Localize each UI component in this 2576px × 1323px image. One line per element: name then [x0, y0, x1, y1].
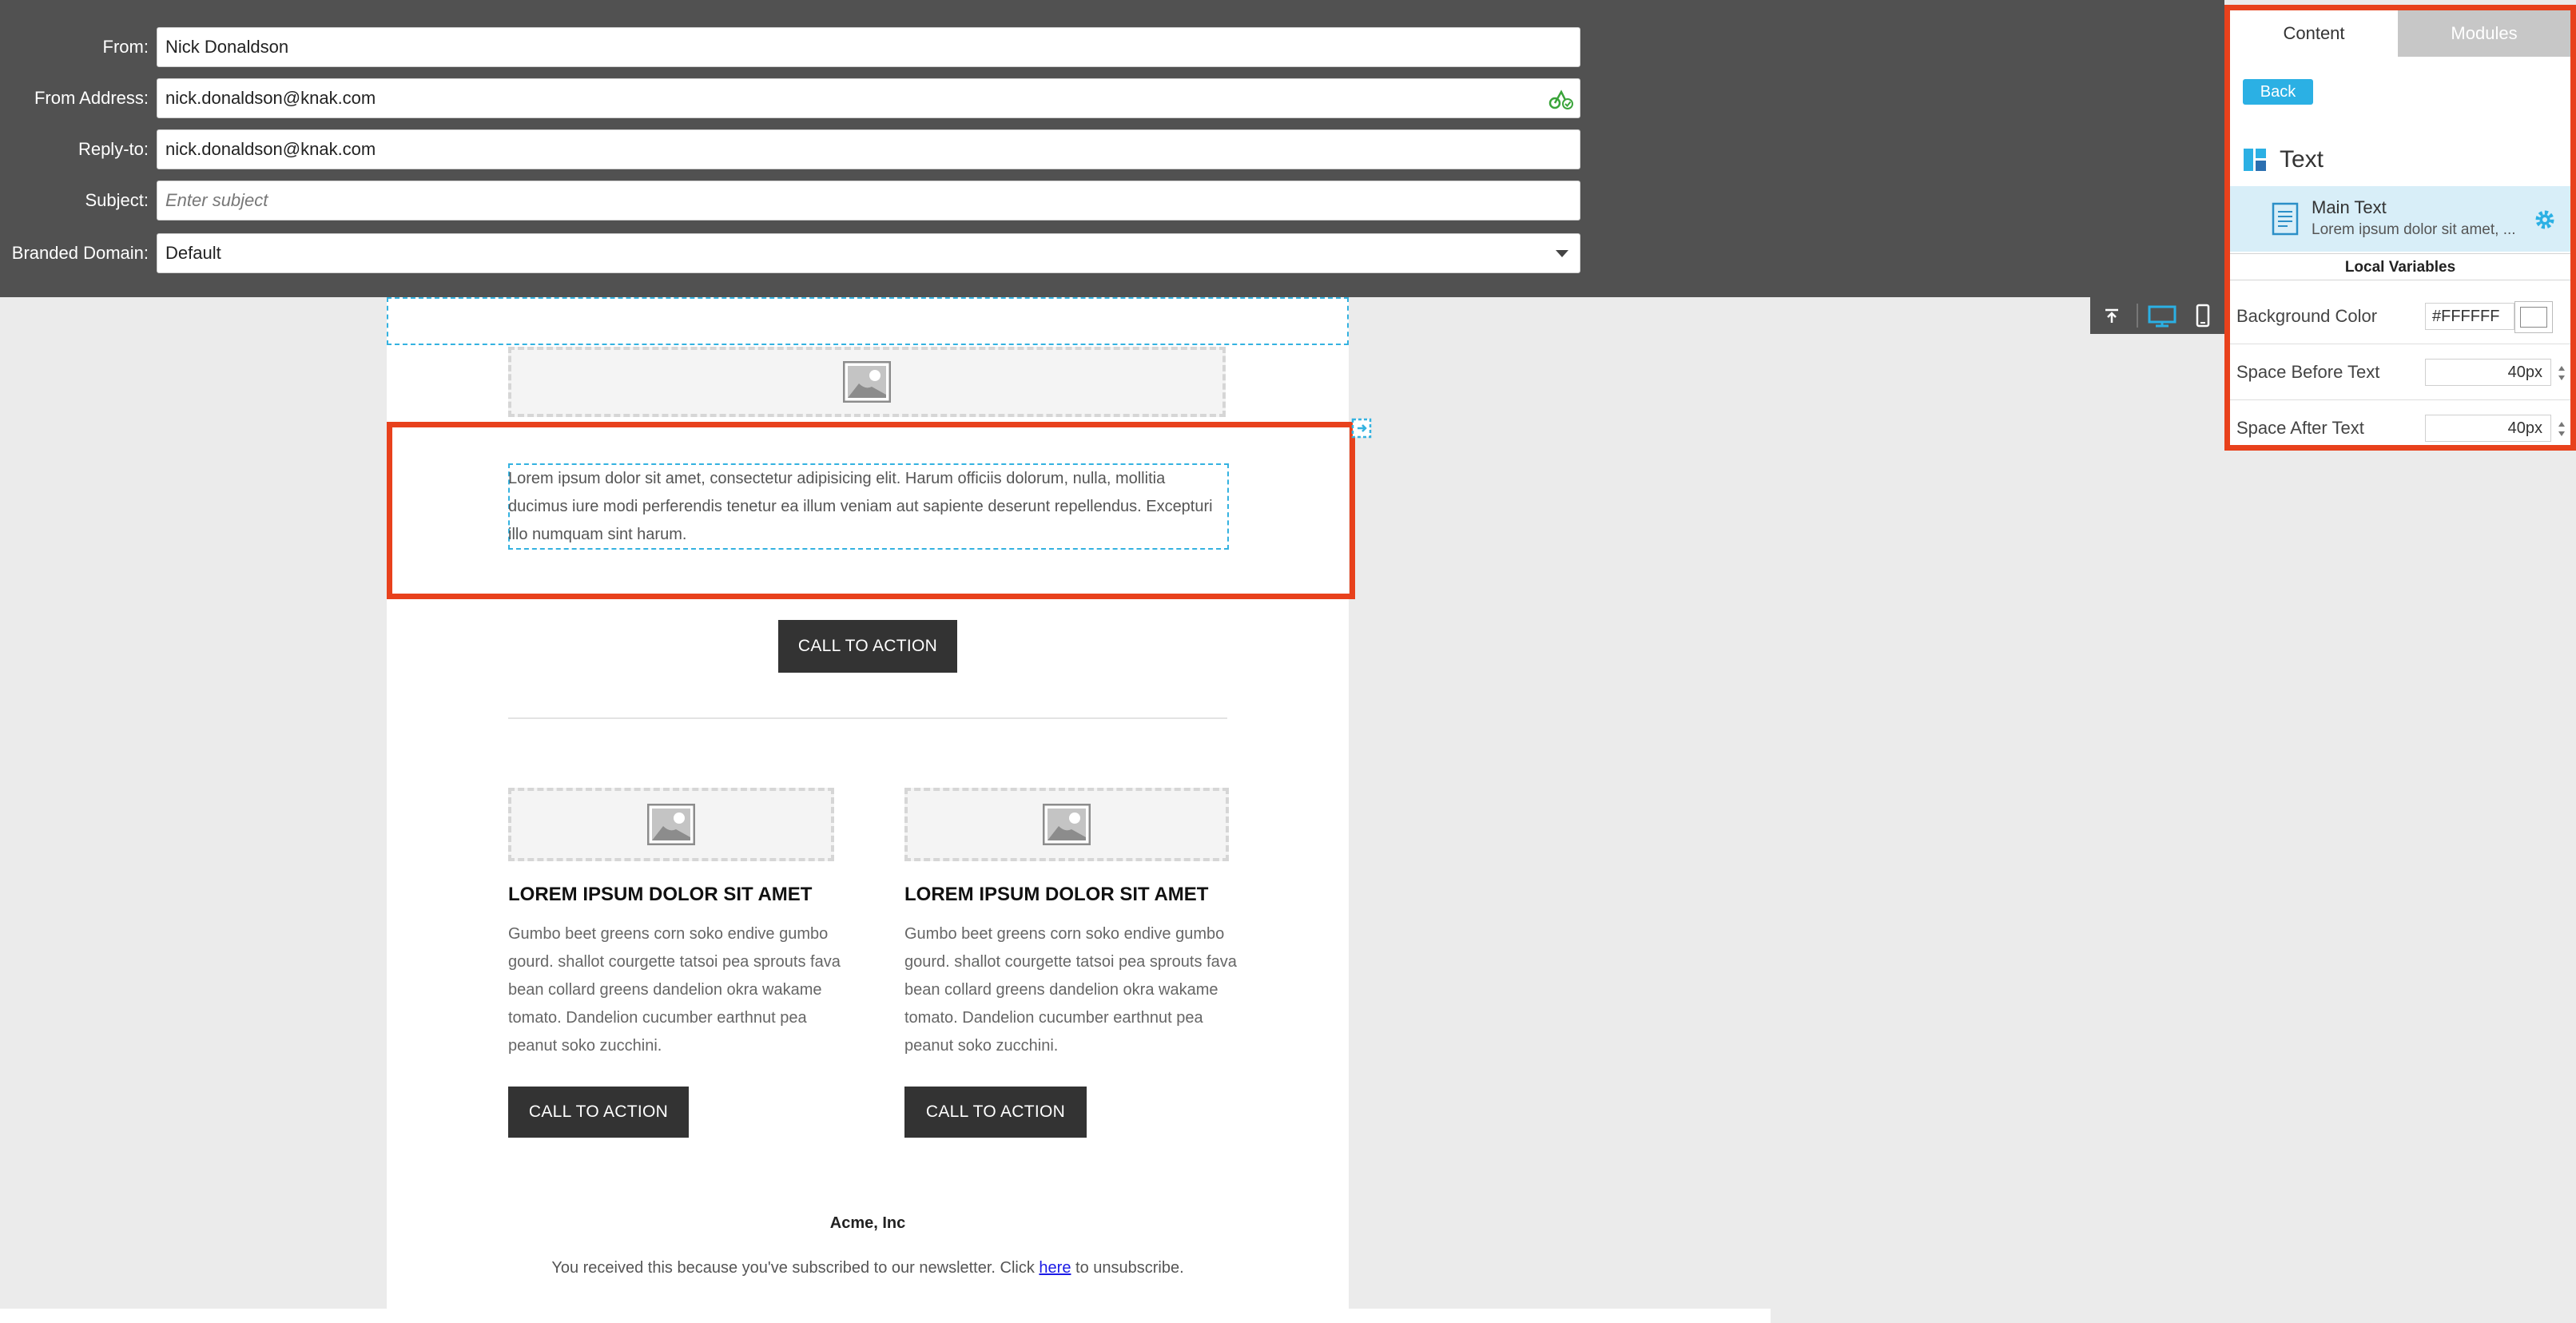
hero-image-placeholder[interactable]	[508, 347, 1226, 417]
unsubscribe-link[interactable]: here	[1039, 1259, 1071, 1277]
document-icon	[2272, 202, 2299, 236]
canvas-footer-strip	[0, 1309, 1771, 1323]
branded-domain-label: Branded Domain:	[11, 243, 149, 263]
desktop-icon[interactable]	[2146, 304, 2178, 328]
image-icon	[843, 361, 891, 403]
footer-text-after: to unsubscribe.	[1071, 1259, 1184, 1277]
back-button[interactable]: Back	[2243, 79, 2313, 105]
footer-unsubscribe-text: You received this because you've subscri…	[387, 1259, 1349, 1277]
color-swatch-preview	[2520, 307, 2547, 328]
stepper-icon[interactable]	[2556, 418, 2567, 440]
from-address-field[interactable]: nick.donaldson@knak.com	[157, 78, 1580, 118]
collapse-top-icon[interactable]	[2100, 304, 2124, 328]
tab-modules[interactable]: Modules	[2398, 10, 2570, 57]
space-after-input[interactable]: 40px	[2425, 415, 2551, 442]
space-before-row: Space Before Text 40px	[2230, 344, 2570, 400]
subject-label: Subject:	[85, 190, 149, 210]
layout-icon	[2244, 149, 2266, 171]
branded-domain-select[interactable]: Default	[157, 233, 1580, 273]
column-1-text: Gumbo beet greens corn soko endive gumbo…	[508, 925, 841, 1055]
subject-field[interactable]: Enter subject	[157, 181, 1580, 220]
module-handle-icon[interactable]	[1350, 417, 1373, 439]
from-field[interactable]: Nick Donaldson	[157, 27, 1580, 67]
branded-domain-value: Default	[165, 243, 221, 263]
background-color-label: Background Color	[2236, 306, 2378, 326]
header-image-block[interactable]	[387, 297, 1349, 345]
content-panel: Content Modules Back Text Main Text Lore…	[2224, 5, 2576, 451]
background-color-row: Background Color #FFFFFF	[2230, 288, 2570, 344]
local-variables-heading: Local Variables	[2230, 253, 2570, 280]
color-swatch[interactable]	[2514, 301, 2553, 333]
image-icon	[1043, 804, 1091, 845]
verified-icon[interactable]	[1548, 87, 1575, 111]
space-after-row: Space After Text 40px	[2230, 400, 2570, 456]
from-address-row: From Address: nick.donaldson@knak.com	[0, 78, 1582, 118]
space-after-label: Space After Text	[2236, 418, 2364, 438]
mobile-icon[interactable]	[2191, 304, 2215, 328]
main-cta-button[interactable]: CALL TO ACTION	[778, 620, 957, 673]
column-2-image-placeholder[interactable]	[904, 788, 1229, 861]
toolbar-separator	[2137, 304, 2138, 328]
column-1-cta-button[interactable]: CALL TO ACTION	[508, 1087, 689, 1138]
column-1-image-placeholder[interactable]	[508, 788, 834, 861]
space-before-input[interactable]: 40px	[2425, 359, 2551, 386]
section-title: Text	[2280, 146, 2324, 173]
footer-text-before: You received this because you've subscri…	[551, 1259, 1040, 1277]
reply-to-field[interactable]: nick.donaldson@knak.com	[157, 129, 1580, 169]
column-2-title: LOREM IPSUM DOLOR SIT AMET	[904, 884, 1209, 905]
module-item-subtitle: Lorem ipsum dolor sit amet, ...	[2312, 221, 2516, 238]
from-address-value: nick.donaldson@knak.com	[165, 88, 376, 108]
chevron-down-icon	[1556, 250, 1568, 257]
module-item-title: Main Text	[2312, 197, 2387, 217]
gear-icon[interactable]	[2534, 209, 2556, 231]
from-address-label: From Address:	[34, 88, 149, 108]
selected-module-outline	[387, 422, 1355, 599]
from-label: From:	[102, 37, 149, 57]
footer-company: Acme, Inc	[829, 1214, 906, 1232]
space-before-label: Space Before Text	[2236, 362, 2380, 382]
email-settings-header: From: Nick Donaldson From Address: nick.…	[0, 0, 2224, 297]
background-color-input[interactable]: #FFFFFF	[2425, 303, 2514, 330]
column-2-text: Gumbo beet greens corn soko endive gumbo…	[904, 925, 1237, 1055]
view-toolbar	[2090, 297, 2224, 334]
reply-to-row: Reply-to: nick.donaldson@knak.com	[0, 129, 1582, 169]
column-1-title: LOREM IPSUM DOLOR SIT AMET	[508, 884, 813, 905]
subject-row: Subject: Enter subject	[0, 181, 1582, 220]
stepper-icon[interactable]	[2556, 362, 2567, 384]
tab-content[interactable]: Content	[2230, 10, 2398, 57]
image-icon	[647, 804, 695, 845]
section-divider	[508, 717, 1227, 719]
reply-to-label: Reply-to:	[78, 139, 149, 159]
module-item-main-text[interactable]: Main Text Lorem ipsum dolor sit amet, ..…	[2230, 186, 2570, 252]
branded-domain-row: Branded Domain: Default	[0, 233, 1582, 273]
column-2-cta-button[interactable]: CALL TO ACTION	[904, 1087, 1087, 1138]
from-row: From: Nick Donaldson	[0, 27, 1582, 67]
